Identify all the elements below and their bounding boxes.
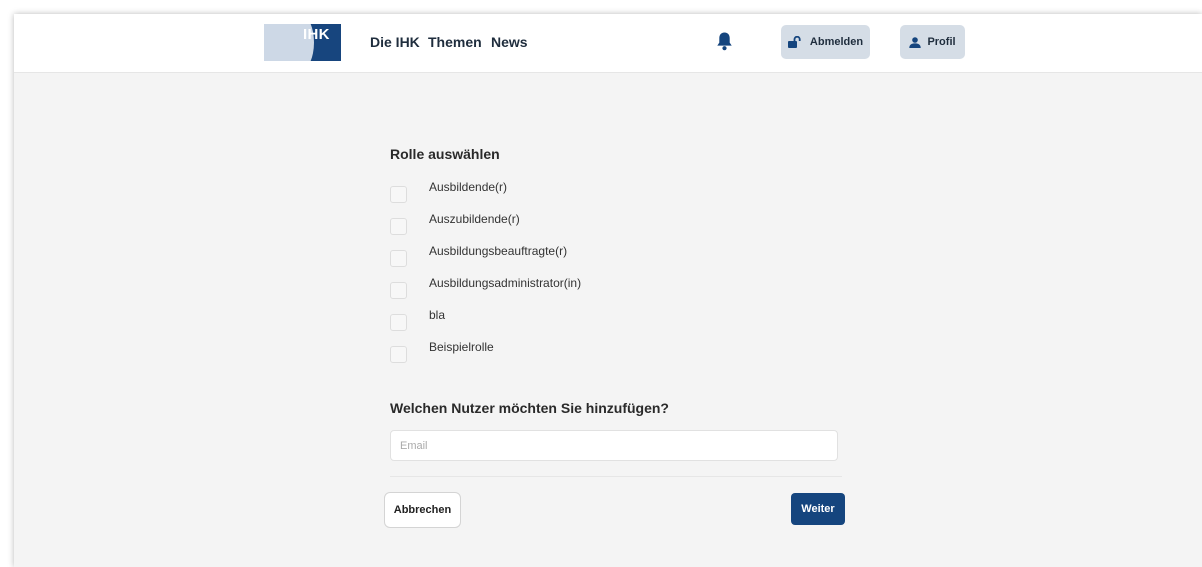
- user-icon: [909, 36, 922, 48]
- divider: [390, 476, 842, 477]
- checkbox-beispielrolle[interactable]: [390, 346, 407, 363]
- nav-news[interactable]: News: [491, 34, 528, 50]
- unlock-icon: [787, 36, 801, 48]
- checkbox-label-ausbildende: Ausbildende(r): [429, 180, 508, 194]
- user-section-title: Welchen Nutzer möchten Sie hinzufügen?: [390, 400, 669, 416]
- checkbox-label-ausbildungsbeauftragte: Ausbildungsbeauftragte(r): [429, 244, 568, 258]
- checkbox-label-bla: bla: [429, 308, 446, 322]
- profile-label: Profil: [927, 36, 956, 48]
- checkbox-bla[interactable]: [390, 314, 407, 331]
- cancel-button[interactable]: Abbrechen: [384, 492, 461, 528]
- logout-label: Abmelden: [809, 36, 864, 48]
- checkbox-ausbildungsadministrator[interactable]: [390, 282, 407, 299]
- logo-text: IHK: [303, 26, 330, 43]
- next-button[interactable]: Weiter: [791, 493, 845, 525]
- profile-button[interactable]: Profil: [900, 25, 965, 59]
- checkbox-label-beispielrolle: Beispielrolle: [429, 340, 494, 354]
- checkbox-ausbildende[interactable]: [390, 186, 407, 203]
- checkbox-label-ausbildungsadministrator: Ausbildungsadministrator(in): [429, 276, 582, 290]
- checkbox-label-auszubildende: Auszubildende(r): [429, 212, 520, 226]
- bell-icon[interactable]: [716, 31, 733, 51]
- checkbox-auszubildende[interactable]: [390, 218, 407, 235]
- role-section-title: Rolle auswählen: [390, 146, 500, 162]
- ihk-logo[interactable]: IHK: [264, 24, 341, 61]
- app-window: IHK Die IHK Themen News Abmelden Profil …: [14, 14, 1202, 567]
- header: IHK Die IHK Themen News Abmelden Profil: [14, 14, 1202, 73]
- checkbox-ausbildungsbeauftragte[interactable]: [390, 250, 407, 267]
- email-input[interactable]: [390, 430, 838, 461]
- logout-button[interactable]: Abmelden: [781, 25, 870, 59]
- nav-die-ihk[interactable]: Die IHK: [370, 34, 420, 50]
- nav-themen[interactable]: Themen: [428, 34, 482, 50]
